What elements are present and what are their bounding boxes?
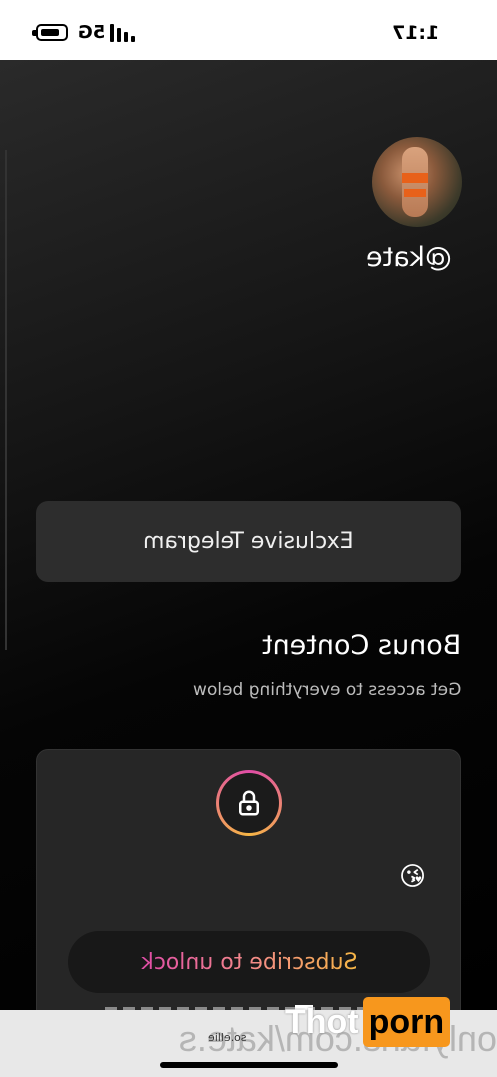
network-type: 5G [78,22,106,43]
telegram-button-label: Exclusive Telegram [143,529,354,554]
watermark-part1: Thot [285,1002,359,1041]
address-label: so.ellie [208,1031,247,1044]
locked-content-card: 😘 Subscribe to unlock [36,749,461,1010]
bonus-subtitle: Get access to everything below [192,680,461,700]
divider [5,150,7,650]
subscribe-label: Subscribe to unlock [140,949,358,975]
status-bar: 5G 1:17 [0,0,497,60]
subscribe-button[interactable]: Subscribe to unlock [68,931,430,993]
avatar[interactable] [372,137,462,227]
bonus-title: Bonus Content [261,630,461,661]
username: @kate [366,242,452,273]
exclusive-telegram-button[interactable]: Exclusive Telegram [36,501,461,582]
profile-page: @kate Exclusive Telegram Bonus Content G… [0,60,497,1010]
signal-icon [105,22,135,42]
watermark-part2: porn [362,997,451,1047]
home-indicator[interactable] [160,1062,338,1068]
lock-icon [216,770,282,836]
watermark-logo: Thot porn [285,997,451,1047]
battery-icon [32,24,68,41]
kiss-emoji-icon: 😘 [399,862,427,892]
status-time: 1:17 [391,22,439,44]
